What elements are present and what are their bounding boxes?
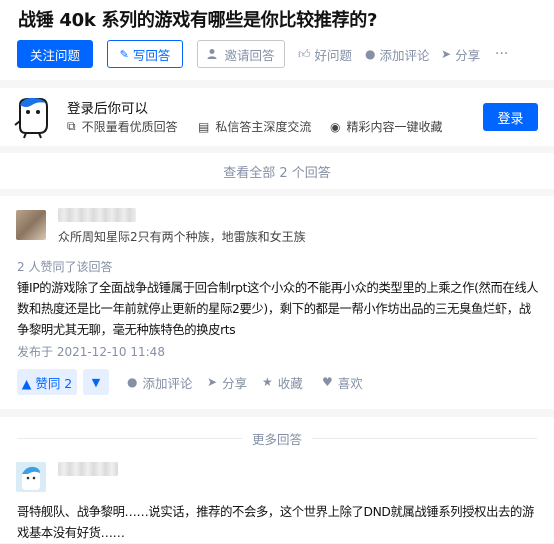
add-comment-button[interactable]: ● 添加评论 [365, 40, 430, 68]
follow-question-button[interactable]: 关注问题 [17, 40, 93, 68]
comment-icon: ● [365, 47, 376, 61]
write-answer-button[interactable]: ✎ 写回答 [107, 40, 183, 68]
mascot-illustration [14, 97, 48, 139]
comment-icon: ● [127, 375, 138, 389]
answer-share-button[interactable]: ➤ 分享 [207, 369, 247, 395]
author-name-blurred[interactable] [58, 462, 118, 476]
more-answers-section: 更多回答 哥特舰队、战争黎明……说实话，推荐的不会多，这个世界上除了DND就属战… [0, 417, 554, 543]
more-answers-heading: 更多回答 [252, 431, 303, 447]
question-actions: 关注问题 ✎ 写回答 邀请回答 👍︎ 好问题 ● 添加评论 ➤ 分享 ··· [17, 40, 554, 70]
divider-line [312, 437, 538, 439]
author-avatar[interactable] [16, 462, 46, 492]
upvote-info: 2 人赞同了该回答 [17, 260, 113, 274]
answer-comment-label: 添加评论 [142, 375, 193, 391]
answer-content: 锤IP的游戏除了全面战争战锤属于回合制rpt这个小众的不能再小众的类型里的上乘之… [17, 281, 539, 337]
login-feature-item: ▤ 私信答主深度交流 [198, 118, 311, 135]
author-name-blurred[interactable] [58, 208, 136, 222]
login-feature-label: 精彩内容一键收藏 [346, 120, 443, 134]
invite-answer-button[interactable]: 邀请回答 [197, 40, 285, 68]
share-label: 分享 [455, 47, 481, 63]
more-options-button[interactable]: ··· [495, 40, 508, 68]
login-prompt-card: 登录后你可以 ⧉ 不限量看优质回答 ▤ 私信答主深度交流 ◉ 精彩内容一键收藏 … [0, 88, 554, 146]
user-plus-icon [207, 49, 217, 59]
downvote-button[interactable]: ▼ [83, 369, 109, 395]
login-feature-label: 私信答主深度交流 [215, 120, 312, 134]
favorite-label: 收藏 [277, 375, 303, 391]
copy-icon: ⧉ [67, 119, 76, 133]
collect-icon: ◉ [330, 119, 341, 134]
heart-icon: ♥ [322, 375, 333, 389]
more-answer-content: 哥特舰队、战争黎明……说实话，推荐的不会多，这个世界上除了DND就属战锤系列授权… [17, 505, 534, 540]
login-button[interactable]: 登录 [483, 103, 538, 131]
answer-actions: ▲ 赞同 2 ▼ ● 添加评论 ➤ 分享 ★ 收藏 ♥ 喜欢 [17, 369, 537, 397]
login-prompt-title: 登录后你可以 [67, 101, 148, 117]
upvote-button[interactable]: ▲ 赞同 2 [17, 369, 77, 395]
add-comment-label: 添加评论 [379, 47, 430, 63]
good-question-button[interactable]: 👍︎ 好问题 [298, 40, 352, 68]
share-icon: ➤ [207, 375, 218, 389]
star-icon: ★ [262, 375, 273, 389]
answer-share-label: 分享 [222, 375, 248, 391]
answer-card: 众所周知星际2只有两个种族，地雷族和女王族 2 人赞同了该回答 锤IP的游戏除了… [0, 196, 554, 409]
share-icon: ➤ [441, 47, 452, 61]
more-answers-divider: 更多回答 [17, 431, 538, 447]
question-title: 战锤 40k 系列的游戏有哪些是你比较推荐的? [18, 10, 378, 31]
favorite-button[interactable]: ★ 收藏 [262, 369, 303, 395]
login-feature-item: ◉ 精彩内容一键收藏 [330, 118, 443, 135]
answer-date[interactable]: 发布于 2021-12-10 11:48 [17, 343, 165, 360]
login-feature-item: ⧉ 不限量看优质回答 [67, 118, 178, 135]
question-header: 战锤 40k 系列的游戏有哪些是你比较推荐的? 关注问题 ✎ 写回答 邀请回答 … [0, 0, 554, 80]
login-feature-label: 不限量看优质回答 [81, 120, 178, 134]
answer-comment-button[interactable]: ● 添加评论 [127, 369, 193, 395]
good-question-label: 好问题 [314, 47, 353, 63]
thumbs-up-icon: 👍︎ [298, 46, 311, 61]
divider-line [17, 437, 242, 439]
like-button[interactable]: ♥ 喜欢 [322, 369, 363, 395]
share-button[interactable]: ➤ 分享 [441, 40, 480, 68]
author-avatar[interactable] [16, 210, 46, 240]
like-label: 喜欢 [337, 375, 363, 391]
author-bio: 众所周知星际2只有两个种族，地雷族和女王族 [58, 230, 306, 244]
invite-answer-label: 邀请回答 [224, 47, 275, 63]
write-answer-label: 写回答 [132, 47, 171, 63]
view-all-answers-link[interactable]: 查看全部 2 个回答 [0, 153, 554, 189]
message-icon: ▤ [198, 119, 210, 134]
pencil-icon: ✎ [119, 47, 129, 61]
